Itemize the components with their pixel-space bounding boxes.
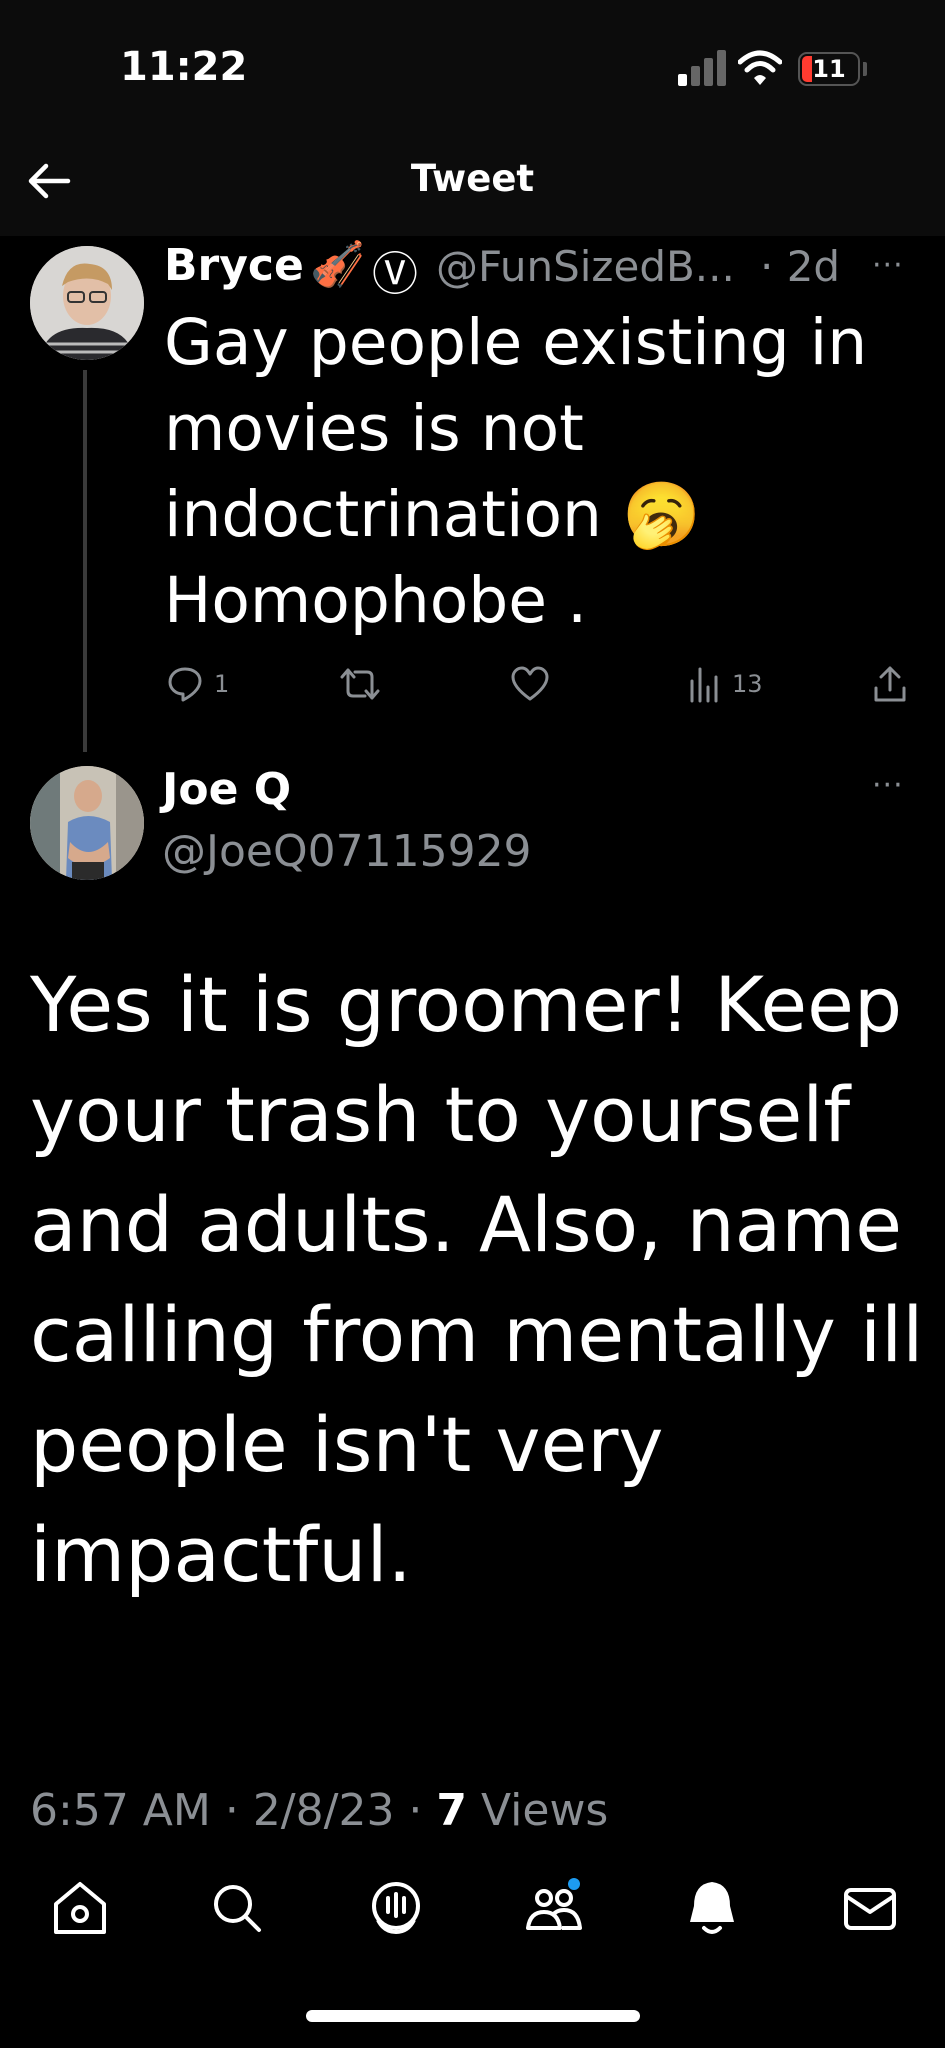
reply-count: 1 (214, 670, 230, 698)
tweet-text: Yes it is groomer! Keep your trash to yo… (30, 960, 924, 1599)
share-icon (874, 666, 906, 702)
thread-line (83, 370, 87, 752)
home-indicator (306, 2010, 640, 2022)
views-count: 13 (732, 670, 763, 698)
tweet-timestamp: 6:57 AM · 2/8/23 · (30, 1785, 437, 1836)
top-bar: 11:22 11 Tweet (0, 0, 945, 236)
heart-icon (511, 666, 549, 701)
reply-button[interactable]: 1 (166, 662, 229, 706)
author-name[interactable]: Bryce (164, 240, 304, 291)
status-time: 11:22 (120, 44, 248, 90)
avatar-image (30, 766, 144, 880)
more-options-icon[interactable]: ··· (872, 768, 904, 803)
notifications-icon[interactable] (680, 1876, 744, 1940)
more-options-icon[interactable]: ··· (872, 248, 904, 283)
page-title: Tweet (410, 157, 535, 200)
retweet-button[interactable] (338, 662, 382, 706)
search-icon[interactable] (205, 1876, 269, 1940)
tweet-text: Gay people existing in movies is not ind… (164, 306, 868, 637)
avatar-image (30, 246, 144, 360)
like-button[interactable] (510, 662, 550, 706)
tweet-time: · 2d (760, 242, 841, 291)
home-icon[interactable] (48, 1876, 112, 1940)
author-name[interactable]: Joe Q (162, 764, 291, 815)
battery-cap (863, 62, 867, 76)
avatar[interactable] (30, 246, 144, 360)
communities-icon[interactable] (522, 1876, 586, 1940)
author-handle[interactable]: @FunSizedB... (436, 242, 735, 291)
analytics-icon (690, 667, 718, 703)
views-button[interactable]: 13 (688, 662, 763, 706)
battery-level: 11 (812, 55, 846, 83)
share-button[interactable] (872, 662, 908, 706)
views-count: 7 (436, 1785, 468, 1836)
cellular-signal-icon (678, 50, 728, 86)
messages-icon[interactable] (838, 1876, 902, 1940)
spaces-icon[interactable] (364, 1876, 428, 1940)
avatar[interactable] (30, 766, 144, 880)
name-emoji: 🎻 (310, 239, 365, 290)
battery-icon: 11 (798, 52, 860, 86)
tweet-metadata: 6:57 AM · 2/8/23 · 7 Views (30, 1785, 608, 1836)
reply-icon (168, 667, 202, 702)
retweet-icon (340, 668, 380, 700)
views-label: Views (467, 1785, 609, 1836)
wifi-icon (738, 50, 782, 85)
verified-badge-icon: Ⓥ (372, 247, 418, 301)
author-handle[interactable]: @JoeQ07115929 (162, 826, 532, 877)
